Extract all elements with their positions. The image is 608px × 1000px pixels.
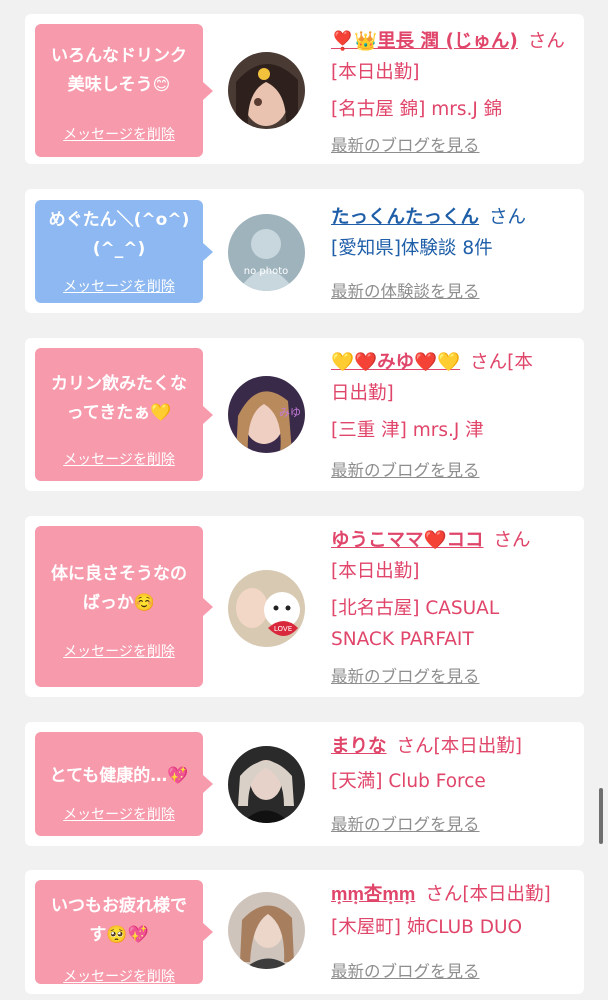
- avatar[interactable]: [228, 746, 305, 823]
- avatar[interactable]: LOVE: [228, 570, 305, 647]
- cast-info: まりな さん[本日出勤] [天満] Club Force: [331, 731, 576, 797]
- honorific: さん[本: [470, 352, 533, 373]
- honorific: さん: [527, 31, 565, 52]
- cast-info: ゆうこママ❤️ココ さん [本日出勤] [北名古屋] CASUAL SNACK P…: [331, 525, 576, 655]
- message-bubble: 体に良さそうなの ばっか☺️ メッセージを削除: [35, 526, 213, 687]
- message-text: 体に良さそうなの ばっか☺️: [51, 564, 187, 613]
- avatar-photo: [228, 52, 305, 129]
- avatar[interactable]: [228, 52, 305, 129]
- honorific: さん: [493, 530, 531, 551]
- honorific: さん[本日出勤]: [396, 736, 522, 757]
- avatar-photo: LOVE: [228, 570, 305, 647]
- info-line: [本日出勤]: [331, 62, 420, 83]
- cast-info: m͙m͙杏m͙m͙ さん[本日出勤] [木屋町] 姉CLUB DUO: [331, 879, 576, 943]
- scrollbar[interactable]: [599, 788, 603, 844]
- avatar-photo: [228, 892, 305, 969]
- message-text: カリン飲みたくな ってきたぁ💛: [51, 374, 187, 423]
- info-line: [名古屋 錦] mrs.J 錦: [331, 99, 503, 120]
- latest-blog-link[interactable]: 最新のブログを見る: [331, 958, 480, 982]
- message-bubble: とても健康的…💖 メッセージを削除: [35, 732, 213, 836]
- message-bubble: いろんなドリンク 美味しそう😊 メッセージを削除: [35, 24, 213, 157]
- cast-name-link[interactable]: 💛❤️みゆ❤️💛: [331, 352, 460, 373]
- avatar-photo: みゆ: [228, 376, 305, 453]
- info-line: [北名古屋] CASUAL: [331, 598, 500, 619]
- delete-message-link[interactable]: メッセージを削除: [35, 641, 203, 661]
- message-card: 体に良さそうなの ばっか☺️ メッセージを削除 LOVE ゆうこママ❤️ココ さん…: [25, 516, 584, 697]
- message-text: めぐたん＼(^o^) (^_^): [48, 210, 190, 259]
- avatar[interactable]: no photo: [228, 214, 305, 291]
- latest-review-link[interactable]: 最新の体験談を見る: [331, 278, 480, 302]
- info-line: [天満] Club Force: [331, 771, 486, 792]
- cast-name-link[interactable]: ❣️👑里長 潤 (じゅん): [331, 31, 518, 52]
- message-card: めぐたん＼(^o^) (^_^) メッセージを削除 no photo たっくんた…: [25, 189, 584, 313]
- delete-message-link[interactable]: メッセージを削除: [35, 276, 203, 296]
- latest-blog-link[interactable]: 最新のブログを見る: [331, 663, 480, 687]
- message-bubble: いつもお疲れ様で す🥺💖 メッセージを削除: [35, 880, 213, 986]
- latest-blog-link[interactable]: 最新のブログを見る: [331, 457, 480, 481]
- message-text: いつもお疲れ様で す🥺💖: [51, 896, 187, 945]
- delete-message-link[interactable]: メッセージを削除: [35, 449, 203, 469]
- info-line: [木屋町] 姉CLUB DUO: [331, 917, 523, 938]
- message-text: いろんなドリンク 美味しそう😊: [51, 46, 187, 95]
- delete-message-link[interactable]: メッセージを削除: [35, 966, 203, 986]
- cast-info: 💛❤️みゆ❤️💛 さん[本 日出勤] [三重 津] mrs.J 津: [331, 347, 576, 446]
- message-text: とても健康的…💖: [49, 766, 189, 786]
- info-line: 日出勤]: [331, 383, 394, 404]
- avatar[interactable]: [228, 892, 305, 969]
- message-card: いろんなドリンク 美味しそう😊 メッセージを削除 ❣️👑里長 潤 (じゅん) さん…: [25, 14, 584, 164]
- latest-blog-link[interactable]: 最新のブログを見る: [331, 811, 480, 835]
- delete-message-link[interactable]: メッセージを削除: [35, 804, 203, 824]
- avatar[interactable]: みゆ: [228, 376, 305, 453]
- avatar-caption: LOVE: [274, 625, 292, 633]
- avatar-caption: みゆ: [279, 406, 301, 419]
- cast-info: たっくんたっくん さん [愛知県]体験談 8件: [331, 202, 576, 264]
- info-line: [愛知県]体験談 8件: [331, 238, 493, 259]
- info-line: [本日出勤]: [331, 561, 420, 582]
- message-card: とても健康的…💖 メッセージを削除 まりな さん[本日出勤] [天満] Club …: [25, 722, 584, 846]
- message-card: いつもお疲れ様で す🥺💖 メッセージを削除 m͙m͙杏m͙m͙ さん[本日出勤] …: [25, 870, 584, 994]
- latest-blog-link[interactable]: 最新のブログを見る: [331, 132, 480, 156]
- avatar-photo: [228, 746, 305, 823]
- message-bubble: カリン飲みたくな ってきたぁ💛 メッセージを削除: [35, 348, 213, 481]
- info-line: SNACK PARFAIT: [331, 629, 474, 650]
- honorific: さん[本日出勤]: [425, 884, 551, 905]
- honorific: さん: [489, 207, 527, 228]
- no-photo-icon: no photo: [228, 214, 305, 291]
- cast-name-link[interactable]: m͙m͙杏m͙m͙: [331, 884, 415, 905]
- message-bubble: めぐたん＼(^o^) (^_^) メッセージを削除: [35, 200, 213, 303]
- reviewer-name-link[interactable]: たっくんたっくん: [331, 207, 479, 228]
- cast-name-link[interactable]: ゆうこママ❤️ココ: [331, 530, 484, 551]
- cast-name-link[interactable]: まりな: [331, 736, 387, 757]
- delete-message-link[interactable]: メッセージを削除: [35, 124, 203, 144]
- message-card: カリン飲みたくな ってきたぁ💛 メッセージを削除 みゆ 💛❤️みゆ❤️💛 さん[本…: [25, 338, 584, 491]
- info-line: [三重 津] mrs.J 津: [331, 420, 484, 441]
- no-photo-label: no photo: [244, 266, 288, 277]
- cast-info: ❣️👑里長 潤 (じゅん) さん [本日出勤] [名古屋 錦] mrs.J 錦: [331, 26, 576, 125]
